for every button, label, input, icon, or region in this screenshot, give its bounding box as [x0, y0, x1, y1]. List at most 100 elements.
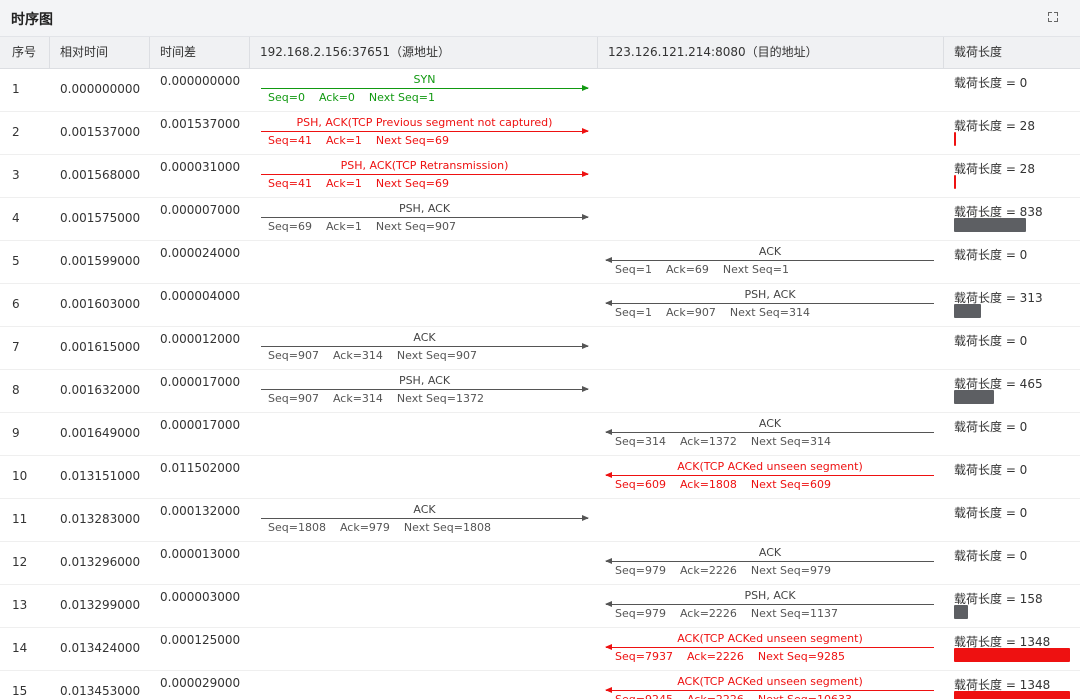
relative-time: 0.001599000 [60, 254, 141, 268]
row-number: 11 [12, 512, 28, 526]
seq-field: Next Seq=907 [375, 220, 456, 233]
seq-field: Seq=1 [615, 263, 652, 276]
packet-arrow-left[interactable]: PSH, ACK Seq=979 Ack=2226 Next Seq=1137 [605, 589, 934, 623]
seq-field: Next Seq=1137 [750, 607, 838, 620]
header-delta[interactable]: 时间差 [160, 37, 196, 68]
relative-time: 0.001615000 [60, 340, 141, 354]
row-number: 12 [12, 555, 28, 569]
payload-bar [954, 175, 956, 189]
fullscreen-icon[interactable] [1048, 12, 1058, 22]
seq-field: Ack=1808 [679, 478, 737, 491]
row-number: 6 [12, 297, 20, 311]
packet-arrow-left[interactable]: ACK(TCP ACKed unseen segment) Seq=7937 Ack… [605, 632, 934, 666]
arrow-right-icon [582, 343, 589, 349]
packet-label: ACK [758, 546, 782, 559]
row-number: 4 [12, 211, 20, 225]
table-row[interactable]: 9 0.001649000 0.000017000 ACK Seq=314 Ack=137… [0, 412, 1080, 456]
table-row[interactable]: 13 0.013299000 0.000003000 PSH, ACK Seq=979 A… [0, 584, 1080, 628]
payload-bar [954, 218, 1026, 232]
header-no[interactable]: 序号 [12, 37, 36, 68]
packet-arrow-right[interactable]: PSH, ACK Seq=69 Ack=1 Next Seq=907 [261, 202, 589, 236]
seq-field: Next Seq=10633 [758, 693, 852, 699]
header-payload[interactable]: 载荷长度 [954, 37, 1002, 68]
table-row[interactable]: 4 0.001575000 0.000007000 PSH, ACK Seq=69 Ack… [0, 197, 1080, 241]
packet-arrow-right[interactable]: ACK Seq=1808 Ack=979 Next Seq=1808 [261, 503, 589, 537]
packet-arrow-left[interactable]: ACK(TCP ACKed unseen segment) Seq=609 Ack=… [605, 460, 934, 494]
delta-time: 0.000003000 [160, 590, 241, 604]
table-row[interactable]: 8 0.001632000 0.000017000 PSH, ACK Seq=907 Ac… [0, 369, 1080, 413]
table-row[interactable]: 2 0.001537000 0.001537000 PSH, ACK(TCP Prev… [0, 111, 1080, 155]
table-row[interactable]: 11 0.013283000 0.000132000 ACK Seq=1808 Ack=9… [0, 498, 1080, 542]
table-row[interactable]: 15 0.013453000 0.000029000 ACK(TCP ACKed un… [0, 670, 1080, 699]
seq-field: Seq=41 [268, 177, 312, 190]
packet-label: ACK(TCP ACKed unseen segment) [677, 632, 863, 645]
arrow-right-icon [582, 171, 589, 177]
relative-time: 0.013453000 [60, 684, 141, 698]
packet-arrow-right[interactable]: PSH, ACK Seq=907 Ack=314 Next Seq=1372 [261, 374, 589, 408]
seq-field: Next Seq=9285 [757, 650, 845, 663]
relative-time: 0.000000000 [60, 82, 141, 96]
payload-bar [954, 605, 968, 619]
table-row[interactable]: 5 0.001599000 0.000024000 ACK Seq=1 Ack=69 Nex… [0, 240, 1080, 284]
relative-time: 0.013299000 [60, 598, 141, 612]
seq-field: Ack=1372 [679, 435, 737, 448]
arrow-line [261, 346, 588, 347]
payload-length: 载荷长度 = 0 [954, 549, 1028, 563]
payload-length: 载荷长度 = 0 [954, 334, 1028, 348]
delta-time: 0.000012000 [160, 332, 241, 346]
sequence-info: Seq=7937 Ack=2226 Next Seq=9285 [615, 650, 859, 664]
table-row[interactable]: 6 0.001603000 0.000004000 PSH, ACK Seq=1 Ack=… [0, 283, 1080, 327]
seq-field: Seq=7937 [615, 650, 673, 663]
header-rel-time[interactable]: 相对时间 [60, 37, 108, 68]
packet-arrow-left[interactable]: ACK(TCP ACKed unseen segment) Seq=9245 Ack… [605, 675, 934, 699]
seq-field: Seq=907 [268, 392, 319, 405]
row-number: 5 [12, 254, 20, 268]
packet-arrow-right[interactable]: ACK Seq=907 Ack=314 Next Seq=907 [261, 331, 589, 365]
row-number: 10 [12, 469, 28, 483]
packet-arrow-right[interactable]: SYN Seq=0 Ack=0 Next Seq=1 [261, 73, 589, 107]
relative-time: 0.013296000 [60, 555, 141, 569]
table-row[interactable]: 3 0.001568000 0.000031000 PSH, ACK(TCP Retr… [0, 154, 1080, 198]
delta-time: 0.001537000 [160, 117, 241, 131]
header-destination[interactable]: 123.126.121.214:8080（目的地址） [608, 37, 818, 68]
seq-field: Next Seq=314 [750, 435, 831, 448]
packet-arrow-right[interactable]: PSH, ACK(TCP Retransmission) Seq=41 Ack=1 N… [261, 159, 589, 193]
arrow-left-icon [605, 472, 612, 478]
payload-bar [954, 132, 956, 146]
packet-arrow-right[interactable]: PSH, ACK(TCP Previous segment not captur… [261, 116, 589, 150]
arrow-left-icon [605, 429, 612, 435]
delta-time: 0.000125000 [160, 633, 241, 647]
seq-field: Next Seq=609 [750, 478, 831, 491]
arrow-line [606, 260, 934, 261]
seq-field: Seq=1808 [268, 521, 326, 534]
table-row[interactable]: 12 0.013296000 0.000013000 ACK Seq=979 Ack=22… [0, 541, 1080, 585]
payload-bar [954, 648, 1070, 662]
seq-field: Ack=314 [332, 392, 383, 405]
packet-arrow-left[interactable]: ACK Seq=314 Ack=1372 Next Seq=314 [605, 417, 934, 451]
arrow-line [261, 174, 588, 175]
seq-field: Next Seq=1 [368, 91, 435, 104]
table-row[interactable]: 10 0.013151000 0.011502000 ACK(TCP ACKed un… [0, 455, 1080, 499]
table-row[interactable]: 1 0.000000000 0.000000000 SYN Seq=0 Ack=0 Next… [0, 68, 1080, 112]
header-source[interactable]: 192.168.2.156:37651（源地址） [260, 37, 450, 68]
table-row[interactable]: 14 0.013424000 0.000125000 ACK(TCP ACKed un… [0, 627, 1080, 671]
sequence-info: Seq=314 Ack=1372 Next Seq=314 [615, 435, 845, 449]
seq-field: Seq=314 [615, 435, 666, 448]
packet-arrow-left[interactable]: ACK Seq=1 Ack=69 Next Seq=1 [605, 245, 934, 279]
sequence-info: Seq=0 Ack=0 Next Seq=1 [268, 91, 449, 105]
row-number: 15 [12, 684, 28, 698]
packet-arrow-left[interactable]: ACK Seq=979 Ack=2226 Next Seq=979 [605, 546, 934, 580]
seq-field: Next Seq=1 [722, 263, 789, 276]
packet-label: ACK(TCP ACKed unseen segment) [677, 675, 863, 688]
arrow-left-icon [605, 300, 612, 306]
seq-field: Next Seq=907 [396, 349, 477, 362]
row-number: 13 [12, 598, 28, 612]
delta-time: 0.000000000 [160, 74, 241, 88]
table-row[interactable]: 7 0.001615000 0.000012000 ACK Seq=907 Ack=314… [0, 326, 1080, 370]
arrow-line [606, 475, 934, 476]
delta-time: 0.000017000 [160, 418, 241, 432]
seq-field: Next Seq=1808 [403, 521, 491, 534]
relative-time: 0.001537000 [60, 125, 141, 139]
packet-arrow-left[interactable]: PSH, ACK Seq=1 Ack=907 Next Seq=314 [605, 288, 934, 322]
row-number: 3 [12, 168, 20, 182]
